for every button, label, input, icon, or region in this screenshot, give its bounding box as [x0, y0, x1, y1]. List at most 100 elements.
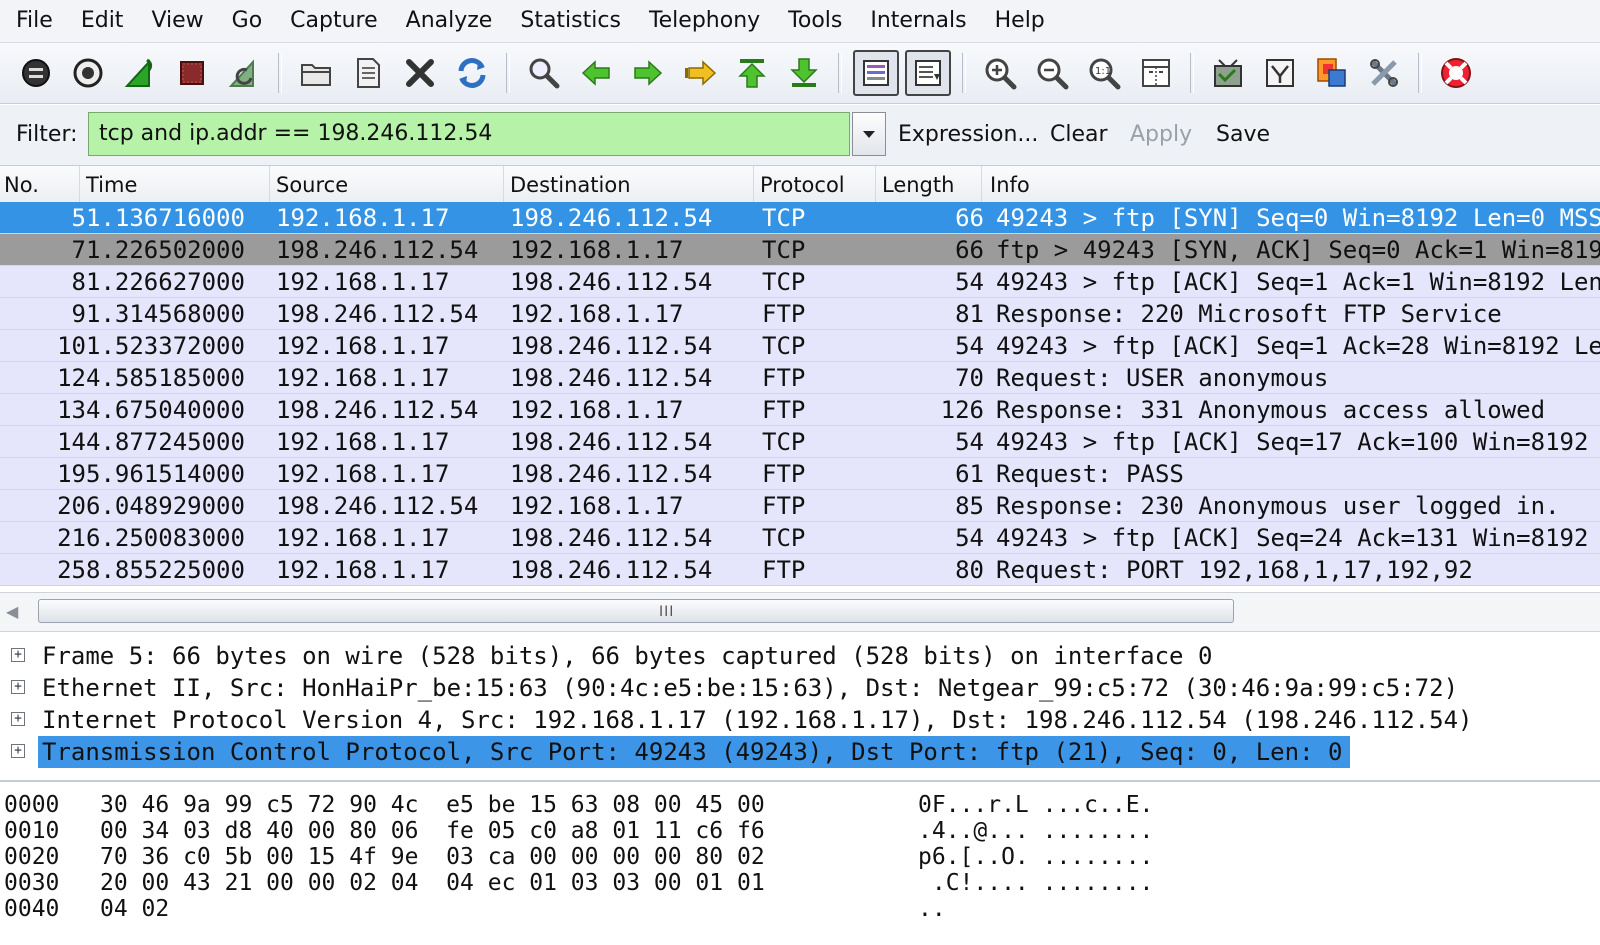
- packet-time: 1.136716000: [86, 204, 245, 232]
- scrollbar-thumb[interactable]: III: [38, 599, 1234, 623]
- packet-row[interactable]: 8 1.226627000 192.168.1.17 198.246.112.54 TC…: [0, 266, 1600, 298]
- menu-view[interactable]: View: [137, 0, 217, 42]
- packet-row[interactable]: 5 1.136716000 192.168.1.17 198.246.112.54 TC…: [0, 202, 1600, 234]
- column-time[interactable]: Time: [80, 166, 270, 202]
- packet-time: 6.048929000: [86, 492, 245, 520]
- packet-info: 49243 > ftp [SYN] Seq=0 Win=8192 Len=0 M…: [996, 204, 1600, 232]
- auto-scroll-icon[interactable]: [905, 50, 951, 96]
- column-protocol[interactable]: Protocol: [754, 166, 876, 202]
- find-packet-icon[interactable]: [521, 50, 567, 96]
- apply-button[interactable]: Apply: [1130, 105, 1192, 165]
- save-file-icon[interactable]: [345, 50, 391, 96]
- menu-capture[interactable]: Capture: [276, 0, 391, 42]
- packet-row[interactable]: 25 8.855225000 192.168.1.17 198.246.112.54 F…: [0, 554, 1600, 586]
- packet-no: 8: [71, 268, 86, 296]
- packet-time: 8.855225000: [86, 556, 245, 584]
- help-icon[interactable]: [1433, 50, 1479, 96]
- start-capture-icon[interactable]: [117, 50, 163, 96]
- go-to-packet-icon[interactable]: [677, 50, 723, 96]
- hex-dump-row[interactable]: 0020 70 36 c0 5b 00 15 4f 9e 03 ca 00 00 …: [0, 844, 1600, 870]
- hex-dump-row[interactable]: 0030 20 00 43 21 00 00 02 04 04 ec 01 03 …: [0, 870, 1600, 896]
- packet-destination: 192.168.1.17: [510, 396, 684, 424]
- resize-columns-icon[interactable]: [1133, 50, 1179, 96]
- menu-tools[interactable]: Tools: [774, 0, 856, 42]
- colorize-icon[interactable]: [853, 50, 899, 96]
- column-info[interactable]: Info: [982, 166, 1600, 202]
- packet-row[interactable]: 21 6.250083000 192.168.1.17 198.246.112.54 T…: [0, 522, 1600, 554]
- filter-dropdown-button[interactable]: [852, 112, 886, 156]
- packet-row[interactable]: 10 1.523372000 192.168.1.17 198.246.112.54 T…: [0, 330, 1600, 362]
- menu-analyze[interactable]: Analyze: [392, 0, 507, 42]
- restart-capture-icon[interactable]: [221, 50, 267, 96]
- clear-button[interactable]: Clear: [1050, 105, 1108, 165]
- zoom-in-icon[interactable]: [977, 50, 1023, 96]
- packet-list-scrollbar[interactable]: ◀ III: [0, 592, 1600, 632]
- menu-file[interactable]: File: [0, 0, 67, 42]
- main-toolbar: 1:1: [0, 42, 1600, 104]
- menu-statistics[interactable]: Statistics: [506, 0, 635, 42]
- detail-tree-item[interactable]: + Frame 5: 66 bytes on wire (528 bits), 6…: [0, 640, 1600, 672]
- packet-no: 21: [57, 524, 86, 552]
- expand-icon[interactable]: +: [11, 680, 25, 694]
- detail-tree-item[interactable]: + Internet Protocol Version 4, Src: 192.1…: [0, 704, 1600, 736]
- close-file-icon[interactable]: [397, 50, 443, 96]
- packet-source: 192.168.1.17: [276, 428, 450, 456]
- first-packet-icon[interactable]: [729, 50, 775, 96]
- column-source[interactable]: Source: [270, 166, 504, 202]
- interface-list-icon[interactable]: [13, 50, 59, 96]
- packet-length: 85: [955, 492, 984, 520]
- packet-destination: 198.246.112.54: [510, 524, 713, 552]
- hex-offset: 0040: [4, 896, 60, 922]
- expression-button[interactable]: Expression...: [898, 105, 1038, 165]
- normal-size-icon[interactable]: 1:1: [1081, 50, 1127, 96]
- packet-info: Response: 331 Anonymous access allowed: [996, 396, 1546, 424]
- toolbar-separator: [962, 53, 966, 93]
- scroll-left-icon[interactable]: ◀: [6, 601, 26, 623]
- save-button[interactable]: Save: [1216, 105, 1270, 165]
- column-destination[interactable]: Destination: [504, 166, 754, 202]
- last-packet-icon[interactable]: [781, 50, 827, 96]
- packet-row[interactable]: 9 1.314568000 198.246.112.54 192.168.1.17 FT…: [0, 298, 1600, 330]
- capture-filters-icon[interactable]: [1205, 50, 1251, 96]
- open-file-icon[interactable]: [293, 50, 339, 96]
- expand-icon[interactable]: +: [11, 744, 25, 758]
- reload-icon[interactable]: [449, 50, 495, 96]
- menu-internals[interactable]: Internals: [856, 0, 980, 42]
- packet-row[interactable]: 14 4.877245000 192.168.1.17 198.246.112.54 T…: [0, 426, 1600, 458]
- packet-time: 1.523372000: [86, 332, 245, 360]
- packet-source: 198.246.112.54: [276, 300, 479, 328]
- stop-capture-icon[interactable]: [169, 50, 215, 96]
- hex-dump-row[interactable]: 0010 00 34 03 d8 40 00 80 06 fe 05 c0 a8 …: [0, 818, 1600, 844]
- display-filters-icon[interactable]: [1257, 50, 1303, 96]
- packet-protocol: FTP: [762, 300, 806, 328]
- chevron-down-icon: [863, 131, 875, 138]
- column-length[interactable]: Length: [876, 166, 982, 202]
- packet-length: 66: [955, 236, 984, 264]
- capture-options-icon[interactable]: [65, 50, 111, 96]
- filter-input[interactable]: tcp and ip.addr == 198.246.112.54: [88, 112, 850, 156]
- coloring-rules-icon[interactable]: [1309, 50, 1355, 96]
- expand-icon[interactable]: +: [11, 712, 25, 726]
- packet-source: 192.168.1.17: [276, 556, 450, 584]
- packet-row[interactable]: 12 4.585185000 192.168.1.17 198.246.112.54 F…: [0, 362, 1600, 394]
- packet-row[interactable]: 13 4.675040000 198.246.112.54 192.168.1.17 F…: [0, 394, 1600, 426]
- go-back-icon[interactable]: [573, 50, 619, 96]
- packet-row[interactable]: 7 1.226502000 198.246.112.54 192.168.1.17 TC…: [0, 234, 1600, 266]
- preferences-icon[interactable]: [1361, 50, 1407, 96]
- detail-tree-item[interactable]: + Transmission Control Protocol, Src Port…: [0, 736, 1600, 768]
- zoom-out-icon[interactable]: [1029, 50, 1075, 96]
- hex-dump-row[interactable]: 0000 30 46 9a 99 c5 72 90 4c e5 be 15 63 …: [0, 792, 1600, 818]
- menu-edit[interactable]: Edit: [67, 0, 138, 42]
- menu-telephony[interactable]: Telephony: [635, 0, 774, 42]
- detail-tree-item[interactable]: + Ethernet II, Src: HonHaiPr_be:15:63 (90…: [0, 672, 1600, 704]
- packet-row[interactable]: 19 5.961514000 192.168.1.17 198.246.112.54 F…: [0, 458, 1600, 490]
- hex-dump-row[interactable]: 0040 04 02..: [0, 896, 1600, 922]
- packet-row[interactable]: 20 6.048929000 198.246.112.54 192.168.1.17 F…: [0, 490, 1600, 522]
- expand-icon[interactable]: +: [11, 648, 25, 662]
- menu-go[interactable]: Go: [218, 0, 277, 42]
- ascii-bytes: p6.[..O. ........: [918, 844, 1154, 870]
- hex-bytes: 70 36 c0 5b 00 15 4f 9e 03 ca 00 00 00 0…: [100, 844, 765, 870]
- column-no[interactable]: No.: [0, 166, 80, 202]
- go-forward-icon[interactable]: [625, 50, 671, 96]
- menu-help[interactable]: Help: [981, 0, 1059, 42]
